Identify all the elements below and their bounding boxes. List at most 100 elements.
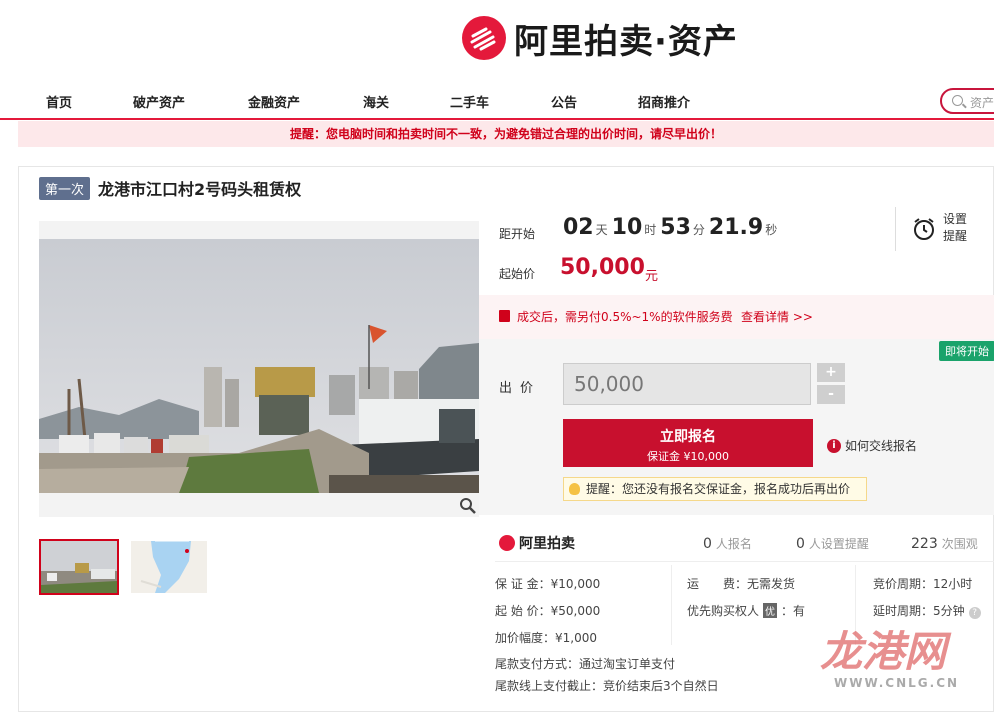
deposit-detail: 保 证 金：¥10,000 <box>495 575 600 592</box>
reminder-count-label: 人设置提醒 <box>808 537 869 551</box>
reminder-divider <box>895 207 896 251</box>
countdown-hours-unit: 时 <box>644 223 657 237</box>
deposit-detail-value: ¥10,000 <box>550 577 601 591</box>
priority-buyer-detail: 优先购买权人优：有 <box>687 602 805 619</box>
priority-buyer-label: 优先购买权人 <box>687 604 760 618</box>
delay-cycle-detail: 延时周期：5分钟? <box>873 602 981 619</box>
countdown-seconds: 21.9 <box>708 215 764 240</box>
thumbnail-map[interactable] <box>131 541 207 593</box>
thumbnail-photo-1[interactable] <box>39 539 119 595</box>
bid-amount-input[interactable]: 50,000 <box>563 363 811 405</box>
countdown-minutes-unit: 分 <box>692 223 705 237</box>
deposit-amount-label: 保证金 ¥10,000 <box>647 450 729 463</box>
shipping-value: 无需发货 <box>747 577 796 591</box>
view-count-value: 223 <box>911 536 938 552</box>
priority-badge: 优 <box>763 603 778 618</box>
shipping-label: 运 费： <box>687 577 748 591</box>
view-count-label: 次围观 <box>941 537 978 551</box>
start-price-detail-value: ¥50,000 <box>550 604 601 618</box>
watermark-en: WWW.CNLG.CN <box>834 676 960 690</box>
countdown-days-unit: 天 <box>595 223 608 237</box>
bid-panel: 即将开始 出价 50,000 + - 立即报名 保证金 ¥10,000 i 如何… <box>479 339 994 515</box>
signup-count-value: 0 <box>703 536 712 552</box>
watermark: 龙港网 WWW.CNLG.CN <box>820 618 957 690</box>
shipping-detail: 运 费：无需发货 <box>687 575 795 592</box>
bidding-cycle-detail: 竞价周期：12小时 <box>873 575 972 592</box>
nav-item-customs[interactable]: 海关 <box>363 92 389 111</box>
alarm-clock-icon[interactable] <box>912 217 936 241</box>
zoom-icon[interactable] <box>457 495 479 517</box>
status-badge: 即将开始 <box>939 341 994 361</box>
priority-buyer-value: ：有 <box>781 604 806 618</box>
stats-brand: 阿里拍卖 <box>499 533 575 553</box>
set-reminder-line2: 提醒 <box>943 229 968 243</box>
service-fee-details-link[interactable]: 查看详情 >> <box>741 308 813 325</box>
search-input[interactable]: 资产 <box>940 88 994 114</box>
set-reminder-button[interactable]: 设置 提醒 <box>943 211 967 245</box>
ali-auction-small-logo-icon <box>499 535 515 551</box>
payment-method-detail: 尾款支付方式：通过淘宝订单支付 <box>495 655 675 672</box>
start-price-label: 起始价 <box>499 267 536 281</box>
nav-item-bankruptcy[interactable]: 破产资产 <box>133 92 185 111</box>
signup-count: 0 人报名 <box>703 535 752 552</box>
main-photo[interactable] <box>39 239 479 493</box>
ali-auction-logo-icon <box>462 16 506 60</box>
service-fee-text: 成交后，需另付0.5%~1%的软件服务费 <box>517 310 733 324</box>
payment-deadline-value: 竞价结束后3个自然日 <box>603 679 719 693</box>
stats-divider <box>495 561 994 562</box>
round-badge: 第一次 <box>39 176 91 200</box>
search-placeholder: 资产 <box>970 96 994 110</box>
bidding-cycle-value: 12小时 <box>933 577 973 591</box>
bidding-cycle-label: 竞价周期： <box>873 577 934 591</box>
countdown-label: 距开始 <box>499 227 536 241</box>
service-fee-notice: 成交后，需另付0.5%~1%的软件服务费 查看详情 >> <box>479 295 994 339</box>
signup-count-label: 人报名 <box>715 537 752 551</box>
site-logo[interactable]: 阿里拍卖·资产 <box>462 14 738 62</box>
lot-title-row: 第一次 龙港市江口村2号码头租赁权 <box>39 176 302 200</box>
start-price-value: 50,000 <box>560 255 645 280</box>
nav-item-investment[interactable]: 招商推介 <box>638 92 690 111</box>
payment-method-value: 通过淘宝订单支付 <box>579 657 676 671</box>
details-divider-1 <box>671 565 672 645</box>
countdown-hours: 10 <box>611 215 643 240</box>
bid-decrease-button[interactable]: - <box>817 385 845 404</box>
stats-brand-name: 阿里拍卖 <box>519 536 575 552</box>
offline-signup-help-link[interactable]: i 如何交线报名 <box>827 437 917 454</box>
bid-label: 出价 <box>499 381 542 396</box>
countdown-minutes: 53 <box>660 215 691 240</box>
delay-cycle-label: 延时周期： <box>873 604 934 618</box>
main-photo-frame <box>39 221 479 517</box>
nav-item-home[interactable]: 首页 <box>46 92 72 111</box>
set-reminder-line1: 设置 <box>943 212 968 226</box>
increment-detail-label: 加价幅度： <box>495 631 556 645</box>
countdown-timer: 02 天 10 时 53 分 21.9 秒 <box>563 215 781 240</box>
help-icon[interactable]: ? <box>968 607 981 619</box>
start-price-unit: 元 <box>645 269 659 284</box>
gift-icon <box>499 310 510 322</box>
start-price-detail: 起 始 价：¥50,000 <box>495 602 600 619</box>
payment-deadline-label: 尾款线上支付截止： <box>495 679 604 693</box>
payment-deadline-detail: 尾款线上支付截止：竞价结束后3个自然日 <box>495 677 719 694</box>
signup-button[interactable]: 立即报名 保证金 ¥10,000 <box>563 419 813 467</box>
nav-item-financial[interactable]: 金融资产 <box>248 92 300 111</box>
bid-increase-button[interactable]: + <box>817 363 845 382</box>
brand-name: 阿里拍卖·资产 <box>514 21 738 62</box>
offline-signup-help-text: 如何交线报名 <box>845 439 918 453</box>
increment-detail: 加价幅度：¥1,000 <box>495 629 597 646</box>
start-price-detail-label: 起 始 价： <box>495 604 551 618</box>
reminder-count: 0 人设置提醒 <box>796 535 869 552</box>
deposit-tip: 提醒：您还没有报名交保证金，报名成功后再出价 <box>563 477 867 501</box>
lot-title: 龙港市江口村2号码头租赁权 <box>98 180 302 199</box>
deposit-detail-label: 保 证 金： <box>495 577 551 591</box>
countdown-days: 02 <box>563 215 594 240</box>
nav-item-used-car[interactable]: 二手车 <box>450 92 489 111</box>
increment-detail-value: ¥1,000 <box>555 631 598 645</box>
time-warning-banner: 提醒：您电脑时间和拍卖时间不一致，为避免错过合理的出价时间，请尽早出价！ <box>18 121 994 147</box>
deposit-tip-text: 提醒：您还没有报名交保证金，报名成功后再出价 <box>586 482 851 496</box>
nav-item-notice[interactable]: 公告 <box>551 92 577 111</box>
payment-method-label: 尾款支付方式： <box>495 657 580 671</box>
signup-button-label: 立即报名 <box>660 429 716 445</box>
search-icon <box>952 95 963 106</box>
view-count: 223 次围观 <box>911 535 978 552</box>
countdown-seconds-unit: 秒 <box>765 223 778 237</box>
